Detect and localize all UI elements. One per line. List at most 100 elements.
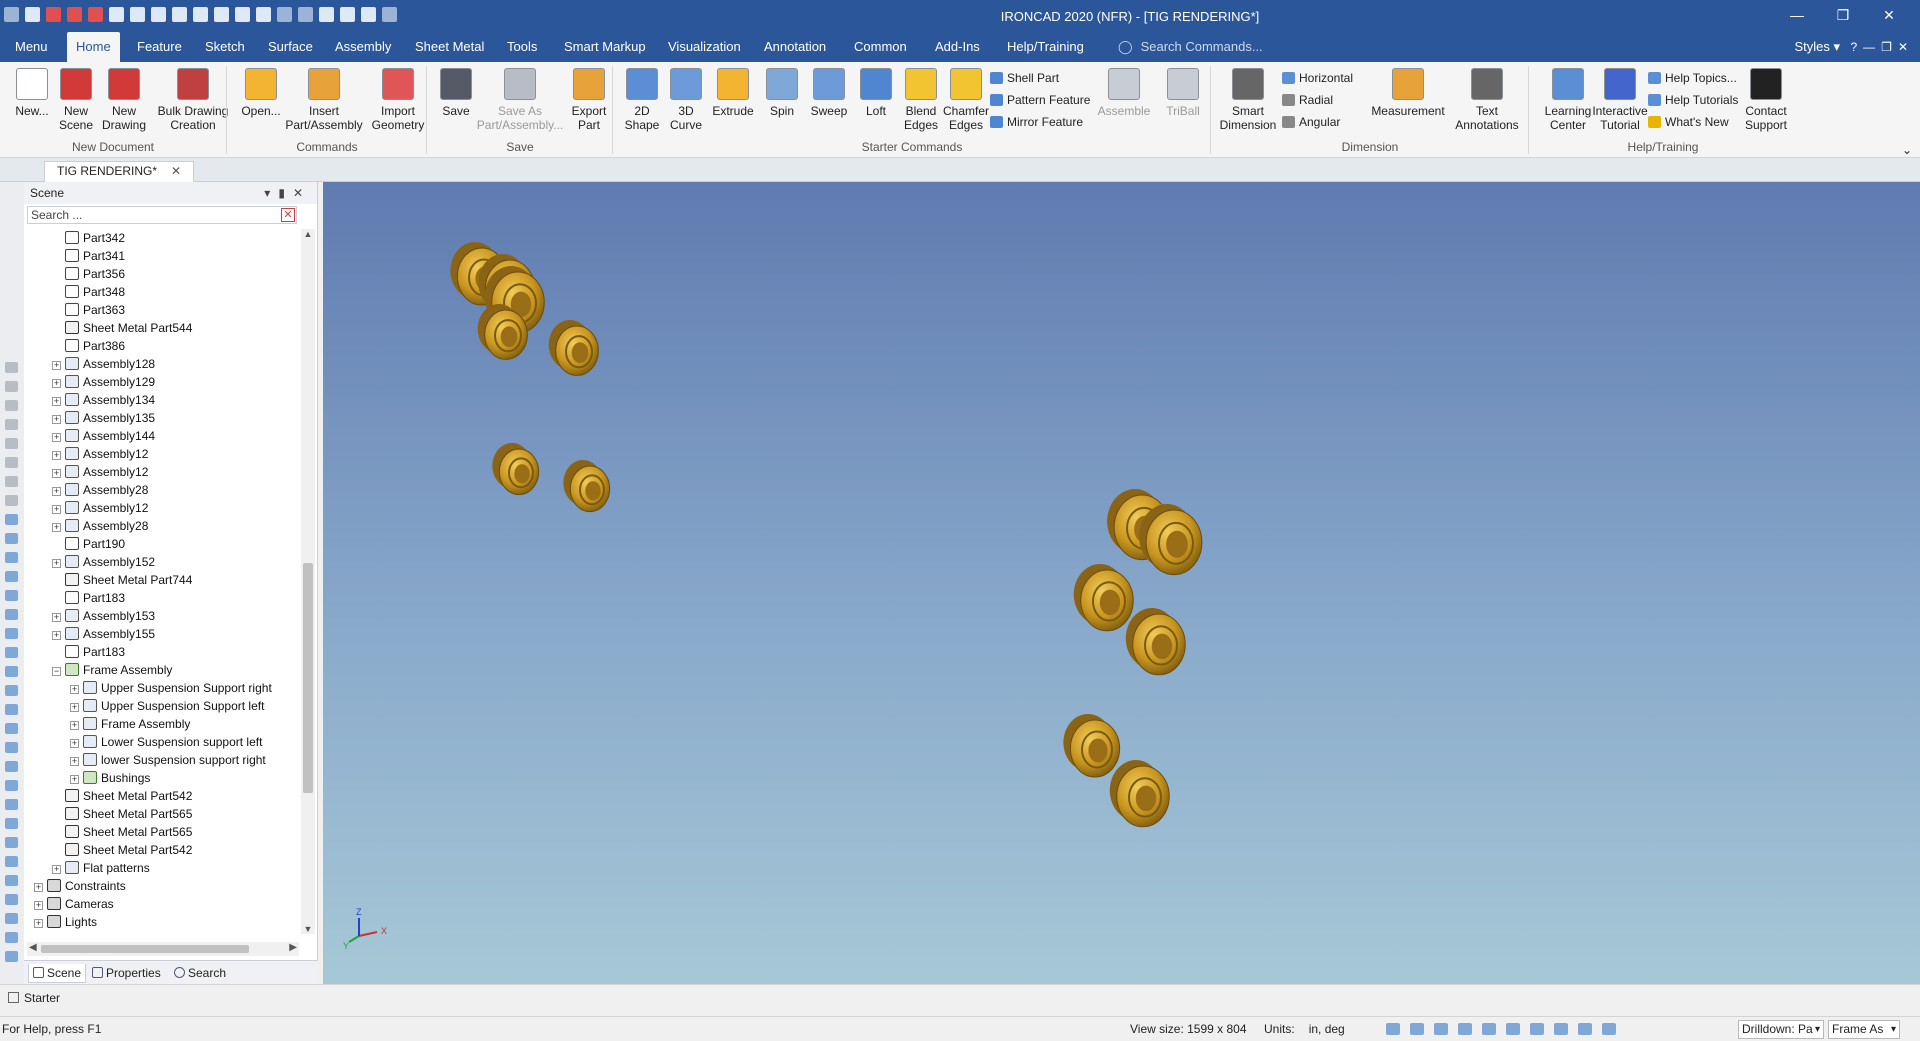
tree-item[interactable]: Part341 <box>52 247 125 265</box>
ribbon-button-2d-shape[interactable]: 2D Shape <box>620 68 664 132</box>
expand-toggle-icon[interactable]: + <box>52 361 61 370</box>
radial-dimension-button[interactable]: Radial <box>1282 92 1333 108</box>
redo-icon[interactable] <box>277 7 292 22</box>
ribbon-button-triball[interactable]: TriBall <box>1160 68 1206 118</box>
ribbon-close-icon[interactable]: ✕ <box>1898 40 1914 54</box>
tree-item[interactable]: + Bushings <box>70 769 150 787</box>
tree-item[interactable]: Sheet Metal Part544 <box>52 319 192 337</box>
viewport-canvas[interactable]: X Z Y <box>323 182 1920 984</box>
tree-item[interactable]: Part183 <box>52 589 125 607</box>
tree-item[interactable]: + Assembly152 <box>52 553 155 571</box>
ribbon-restore-icon[interactable]: ❐ <box>1881 40 1898 54</box>
expand-toggle-icon[interactable]: − <box>52 667 61 676</box>
tab-menu[interactable]: Menu <box>6 32 57 62</box>
strip-tool-icon[interactable] <box>5 647 18 658</box>
help-tutorials-button[interactable]: Help Tutorials <box>1648 92 1738 108</box>
ribbon-button-smart-dimension[interactable]: Smart Dimension <box>1216 68 1280 132</box>
tab-properties[interactable]: Properties <box>88 964 165 983</box>
strip-tool-icon[interactable] <box>5 818 18 829</box>
strip-tool-icon[interactable] <box>5 837 18 848</box>
zoom-area-icon[interactable] <box>1410 1023 1424 1035</box>
strip-tool-icon[interactable] <box>5 799 18 810</box>
tree-item[interactable]: Part386 <box>52 337 125 355</box>
tree-item[interactable]: + Assembly12 <box>52 463 148 481</box>
bushing-part[interactable] <box>548 320 599 376</box>
styles-menu[interactable]: Styles ▾ <box>1794 32 1840 62</box>
tree-item[interactable]: Part183 <box>52 643 125 661</box>
strip-tool-icon[interactable] <box>5 381 18 392</box>
pattern-feature-button[interactable]: Pattern Feature <box>990 92 1090 108</box>
expand-toggle-icon[interactable]: + <box>70 775 79 784</box>
tree-item[interactable]: Sheet Metal Part565 <box>52 823 192 841</box>
ribbon-button-export-part[interactable]: Export Part <box>566 68 612 132</box>
strip-tool-icon[interactable] <box>5 761 18 772</box>
strip-tool-icon[interactable] <box>5 609 18 620</box>
tab-visualization[interactable]: Visualization <box>659 32 750 62</box>
tree-item[interactable]: + Constraints <box>34 877 126 895</box>
tab-common[interactable]: Common <box>845 32 916 62</box>
strip-tool-icon[interactable] <box>5 495 18 506</box>
strip-tool-icon[interactable] <box>5 704 18 715</box>
section-icon[interactable] <box>1506 1023 1520 1035</box>
tree-item[interactable]: + Flat patterns <box>52 859 150 877</box>
tab-feature[interactable]: Feature <box>128 32 191 62</box>
tree-view-icon[interactable] <box>319 7 334 22</box>
bushing-part[interactable] <box>492 443 540 496</box>
strip-tool-icon[interactable] <box>5 571 18 582</box>
panel-menu-icon[interactable]: ▾ <box>264 186 278 200</box>
ribbon-button-chamfer-edges[interactable]: Chamfer Edges <box>940 68 992 132</box>
ribbon-button-open-folder[interactable]: Open... <box>236 68 286 118</box>
tree-item[interactable]: + Assembly155 <box>52 625 155 643</box>
open-icon[interactable] <box>109 7 124 22</box>
tree-item[interactable]: + Upper Suspension Support right <box>70 679 272 697</box>
tree-item[interactable]: + Assembly129 <box>52 373 155 391</box>
move-icon[interactable] <box>1482 1023 1496 1035</box>
panel-close-icon[interactable]: ✕ <box>293 186 311 200</box>
tab-smart-markup[interactable]: Smart Markup <box>555 32 655 62</box>
expand-toggle-icon[interactable]: + <box>34 883 43 892</box>
strip-tool-icon[interactable] <box>5 894 18 905</box>
ribbon-button-insert-part[interactable]: Insert Part/Assembly <box>284 68 364 132</box>
undo-icon[interactable] <box>256 7 271 22</box>
3d-viewport[interactable]: X Z Y <box>323 182 1920 984</box>
tree-item[interactable]: + Frame Assembly <box>70 715 190 733</box>
expand-toggle-icon[interactable]: + <box>52 523 61 532</box>
tree-item[interactable]: Sheet Metal Part542 <box>52 841 192 859</box>
minimize-icon[interactable]: — <box>1774 5 1820 25</box>
bushing-part[interactable] <box>1109 760 1170 828</box>
page-icon[interactable] <box>340 7 355 22</box>
view-orientation-icon[interactable] <box>1458 1023 1472 1035</box>
expand-toggle-icon[interactable]: + <box>52 379 61 388</box>
expand-toggle-icon[interactable]: + <box>34 919 43 928</box>
expand-toggle-icon[interactable]: + <box>34 901 43 910</box>
expand-toggle-icon[interactable]: + <box>52 613 61 622</box>
new-scene-icon[interactable] <box>46 7 61 22</box>
expand-toggle-icon[interactable]: + <box>70 757 79 766</box>
tab-annotation[interactable]: Annotation <box>755 32 835 62</box>
scroll-thumb[interactable] <box>303 563 313 793</box>
tab-sketch[interactable]: Sketch <box>196 32 254 62</box>
ribbon-button-save-as[interactable]: Save As Part/Assembly... <box>472 68 568 132</box>
new-drawing-icon[interactable] <box>67 7 82 22</box>
ribbon-button-spin[interactable]: Spin <box>760 68 804 118</box>
expand-toggle-icon[interactable]: + <box>70 703 79 712</box>
hscroll-thumb[interactable] <box>41 945 249 953</box>
expand-toggle-icon[interactable]: + <box>52 559 61 568</box>
expand-toggle-icon[interactable]: + <box>52 451 61 460</box>
expand-toggle-icon[interactable]: + <box>52 505 61 514</box>
strip-tool-icon[interactable] <box>5 666 18 677</box>
tree-vertical-scrollbar[interactable]: ▲ ▼ <box>301 229 315 934</box>
strip-tool-icon[interactable] <box>5 457 18 468</box>
tree-item[interactable]: Sheet Metal Part744 <box>52 571 192 589</box>
display-icon[interactable] <box>1530 1023 1544 1035</box>
app-logo-icon[interactable] <box>4 7 19 22</box>
strip-tool-icon[interactable] <box>5 685 18 696</box>
expand-toggle-icon[interactable]: + <box>52 631 61 640</box>
ribbon-button-extrude[interactable]: Extrude <box>706 68 760 118</box>
ribbon-button-contact-support[interactable]: Contact Support <box>1740 68 1792 132</box>
strip-tool-icon[interactable] <box>5 419 18 430</box>
bushing-part[interactable] <box>1063 714 1121 778</box>
whats-new-button[interactable]: What's New <box>1648 114 1729 130</box>
pin-icon[interactable]: ▮ <box>278 186 293 200</box>
ribbon-minimize-icon[interactable]: — <box>1863 40 1881 54</box>
